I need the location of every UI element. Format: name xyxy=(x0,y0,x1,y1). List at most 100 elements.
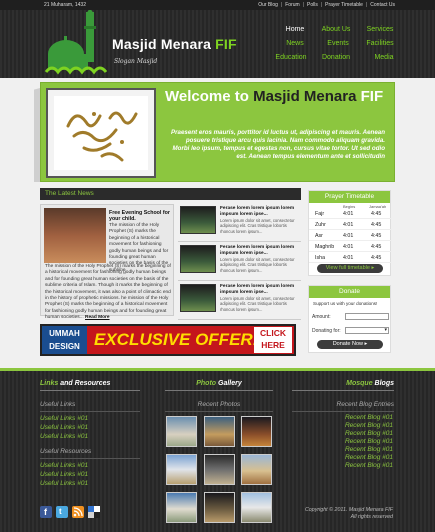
prayer-begins: 4:01 xyxy=(343,233,354,239)
gallery-photo[interactable] xyxy=(166,454,197,485)
nav-news[interactable]: News xyxy=(275,40,315,47)
top-link-blog[interactable]: Our Blog xyxy=(258,2,278,8)
useful-link[interactable]: Useful Links #01 xyxy=(40,424,88,431)
top-link-prayer-timetable[interactable]: Prayer Timetable xyxy=(325,2,363,8)
useful-resource-link[interactable]: Useful Links #01 xyxy=(40,471,88,478)
top-link-polls[interactable]: Polls xyxy=(307,2,318,8)
prayer-begins: 4:01 xyxy=(343,211,354,217)
ummah-design-logo: UMMAH DESIGN xyxy=(42,326,87,354)
top-link-forum[interactable]: Forum xyxy=(285,2,299,8)
nav-events[interactable]: Events xyxy=(318,40,358,47)
news-thumbnail[interactable] xyxy=(180,284,216,312)
news-body: Lorem ipsum dolor sit amet, consectetur … xyxy=(220,218,295,234)
links-head-and: and xyxy=(60,380,73,387)
news-title[interactable]: Ferase lorem lorem ipsum lorem impsum lo… xyxy=(220,245,300,256)
useful-resources-heading: Useful Resources xyxy=(40,448,140,459)
gallery-photo[interactable] xyxy=(166,416,197,447)
site-title-main: Masjid Menara xyxy=(112,36,212,52)
site-title-fif: FIF xyxy=(215,36,237,52)
blog-entry-link[interactable]: Recent Blog #01 xyxy=(345,454,393,461)
nav-media[interactable]: Media xyxy=(364,54,404,61)
amount-input[interactable] xyxy=(345,313,389,320)
blog-entry-link[interactable]: Recent Blog #01 xyxy=(345,446,393,453)
gallery-head-rest: Gallery xyxy=(218,380,242,387)
featured-news-image[interactable] xyxy=(44,208,106,263)
prayer-jamaah: 4:45 xyxy=(371,222,382,228)
prayer-name: Zuhr xyxy=(315,222,326,228)
site-title[interactable]: Masjid Menara FIF xyxy=(112,36,237,52)
featured-news-text-body: The mission of the Holy Prophet (S) mark… xyxy=(45,264,171,321)
view-full-timetable-button[interactable]: View full timetable ▸ xyxy=(317,264,383,273)
prayer-timetable-title: Prayer Timetable xyxy=(309,191,390,203)
latest-news-header: The Latest News xyxy=(40,188,301,200)
prayer-row: Zuhr 4:01 4:45 xyxy=(309,220,392,230)
top-links: Our Blog | Forum | Polls | Prayer Timetable… xyxy=(258,2,395,8)
useful-resource-link[interactable]: Useful Links #01 xyxy=(40,480,88,487)
facebook-icon[interactable]: f xyxy=(40,506,52,518)
arrow-right-icon: ▸ xyxy=(371,265,375,271)
ad-cta-line1: CLICK xyxy=(260,328,286,338)
donating-for-select[interactable]: ▾ xyxy=(345,327,389,334)
blog-entry-link[interactable]: Recent Blog #01 xyxy=(345,414,393,421)
copyright: Copyright © 2011. Masjid Menara FIF All … xyxy=(305,507,393,521)
news-title[interactable]: Ferase lorem lorem ipsum lorem impsum lo… xyxy=(220,284,300,295)
top-link-contact[interactable]: Contact Us xyxy=(370,2,395,8)
delicious-icon[interactable] xyxy=(88,506,100,518)
gallery-photo[interactable] xyxy=(166,492,197,523)
gallery-photo[interactable] xyxy=(204,492,235,523)
news-title[interactable]: Ferase lorem lorem ipsum lorem impsum lo… xyxy=(220,206,300,217)
gallery-head-word: Photo xyxy=(196,380,217,387)
news-thumbnail[interactable] xyxy=(180,206,216,234)
prayer-row: Isha 4:01 4:45 xyxy=(309,253,392,263)
useful-link[interactable]: Useful Links #01 xyxy=(40,415,88,422)
blog-entry-link[interactable]: Recent Blog #01 xyxy=(345,462,393,469)
exclusive-offer-ad[interactable]: UMMAH DESIGN EXCLUSIVE OFFER! CLICK HERE xyxy=(40,324,296,356)
nav-services[interactable]: Services xyxy=(360,26,400,33)
prayer-name: Maghrib xyxy=(315,244,335,250)
useful-link[interactable]: Useful Links #01 xyxy=(40,433,88,440)
blog-entry-link[interactable]: Recent Blog #01 xyxy=(345,422,393,429)
mosque-logo-icon[interactable] xyxy=(42,10,110,80)
useful-resource-link[interactable]: Useful Links #01 xyxy=(40,462,88,469)
footer-links-heading: Links and Resources xyxy=(40,380,140,391)
blog-entry-link[interactable]: Recent Blog #01 xyxy=(345,438,393,445)
mosque-blogs-heading: Mosque Blogs xyxy=(292,380,394,391)
prayer-jamaah: 4:45 xyxy=(371,255,382,261)
twitter-icon[interactable]: t xyxy=(56,506,68,518)
donate-now-button[interactable]: Donate Now ▸ xyxy=(317,340,383,349)
prayer-jamaah: 4:45 xyxy=(371,233,382,239)
blog-entry-link[interactable]: Recent Blog #01 xyxy=(345,430,393,437)
rss-icon[interactable] xyxy=(72,506,84,518)
gallery-photo[interactable] xyxy=(241,416,272,447)
chevron-down-icon: ▾ xyxy=(384,327,387,333)
nav-donation[interactable]: Donation xyxy=(316,54,356,61)
read-more-link[interactable]: Read More xyxy=(85,315,110,320)
prayer-name: Isha xyxy=(315,255,326,261)
gallery-photo[interactable] xyxy=(204,454,235,485)
news-item[interactable]: Ferase lorem lorem ipsum lorem impsum lo… xyxy=(178,243,301,281)
gallery-photo[interactable] xyxy=(204,416,235,447)
links-head-rest: Resources xyxy=(74,380,111,387)
hijri-date: 21 Muharam, 1432 xyxy=(44,2,86,8)
photo-gallery-heading: Photo Gallery xyxy=(165,380,273,391)
recent-blog-heading: Recent Blog Entries xyxy=(292,401,394,412)
nav-facilities[interactable]: Facilities xyxy=(360,40,400,47)
nav-about-us[interactable]: About Us xyxy=(316,26,356,33)
prayer-name: Fajr xyxy=(315,211,325,217)
ad-brand-line1: UMMAH xyxy=(49,329,80,338)
gallery-photo[interactable] xyxy=(241,454,272,485)
featured-news-title[interactable]: Free Evening School for your child. xyxy=(109,210,173,222)
ad-click-here[interactable]: CLICK HERE xyxy=(254,327,292,353)
prayer-jamaah: 4:45 xyxy=(371,244,382,250)
gallery-photo[interactable] xyxy=(241,492,272,523)
donate-title: Donate xyxy=(309,286,390,298)
prayer-row: Maghrib 4:01 4:45 xyxy=(309,242,392,252)
news-item[interactable]: Ferase lorem lorem ipsum lorem impsum lo… xyxy=(178,204,301,242)
slogan: Slogan Masjid xyxy=(114,58,158,65)
news-item[interactable]: Ferase lorem lorem ipsum lorem impsum lo… xyxy=(178,282,301,320)
prayer-begins: 4:01 xyxy=(343,255,354,261)
nav-education[interactable]: Education xyxy=(271,54,311,61)
news-thumbnail[interactable] xyxy=(180,245,216,273)
nav-home[interactable]: Home xyxy=(275,26,315,33)
ad-headline: EXCLUSIVE OFFER! xyxy=(94,330,259,349)
